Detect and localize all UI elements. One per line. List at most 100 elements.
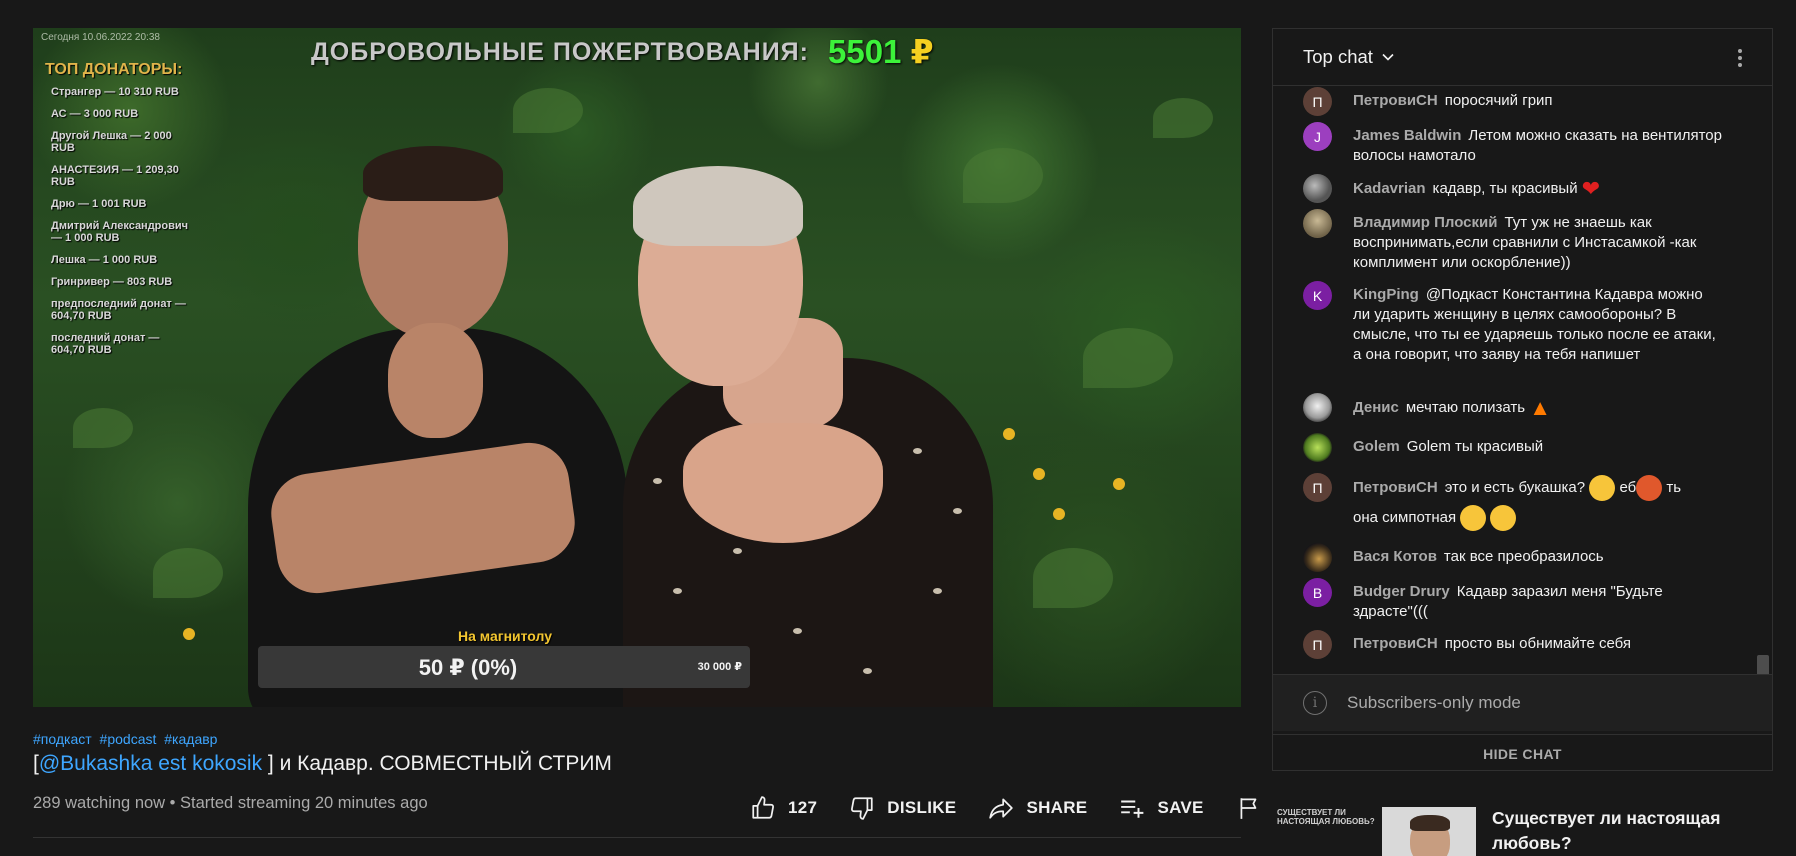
flower-decoration [1113,478,1125,490]
heart-emoji-icon: ❤ [1581,176,1601,201]
foliage-decoration [963,148,1043,203]
donor-item: последний донат — 604,70 RUB [51,332,160,356]
video-title: [@Bukashka est kokosik ] и Кадавр. СОВМЕ… [33,752,612,776]
donations-label: ДОБРОВОЛЬНЫЕ ПОЖЕРТВОВАНИЯ: [311,38,809,66]
goal-value: 50 ₽ (0%) [418,655,518,680]
recommended-video[interactable]: СУЩЕСТВУЕТ ЛИ НАСТОЯЩАЯ ЛЮБОВЬ? Существу… [1272,801,1773,856]
guest-chest [683,423,883,543]
avatar[interactable] [1303,393,1332,422]
avatar[interactable] [1303,209,1332,238]
avatar[interactable]: П [1303,630,1332,659]
chat-message: П ПетровиСН это и есть букашка? еб ть она… [1303,473,1723,533]
avatar[interactable]: П [1303,87,1332,116]
chat-message: П ПетровиСН просто вы обнимайте себя [1303,630,1723,659]
video-thumbnail[interactable] [1382,807,1476,856]
donor-item: АНАСТЕЗИЯ — 1 209,30 RUB [51,164,179,188]
chevron-down-icon[interactable] [1381,50,1395,64]
thumbs-down-icon [851,797,873,820]
avatar[interactable] [1303,174,1332,203]
donor-item: Дрю — 1 001 RUB [51,198,147,210]
star-struck-emoji-icon [1490,505,1517,532]
chat-author[interactable]: Golem [1353,438,1400,455]
thumbnail-person-hair [1410,815,1450,831]
flower-decoration [183,628,195,640]
donations-currency: ₽ [910,33,934,70]
host-hair [363,146,503,201]
donor-item: предпоследний донат — 604,70 RUB [51,298,186,322]
share-button[interactable]: SHARE [988,795,1087,821]
save-label: SAVE [1157,798,1204,817]
thumbnail-caption: СУЩЕСТВУЕТ ЛИ НАСТОЯЩАЯ ЛЮБОВЬ? [1277,808,1375,826]
chat-author[interactable]: Kadavrian [1353,180,1426,197]
chat-author[interactable]: ПетровиСН [1353,479,1438,496]
info-icon: i [1303,691,1327,715]
cursing-face-emoji-icon [1636,475,1663,502]
channel-mention-link[interactable]: @Bukashka est kokosik [39,752,262,775]
chat-mode-dropdown[interactable]: Top chat [1303,46,1373,68]
chat-author[interactable]: James Baldwin [1353,127,1461,144]
chat-message: Golem Golem ты красивый [1303,433,1723,462]
more-options-icon[interactable] [1738,49,1742,67]
foliage-decoration [513,88,583,133]
surprised-face-emoji-icon [1589,475,1616,502]
avatar[interactable]: П [1303,473,1332,502]
share-label: SHARE [1026,798,1088,817]
donor-item: Странгер — 10 310 RUB [51,86,179,98]
avatar[interactable] [1303,543,1332,572]
thumbs-up-icon [752,796,774,819]
chat-text-end: ть [1666,479,1682,496]
donations-amount: 5501 ₽ [828,32,934,71]
chat-author[interactable]: Владимир Плоский [1353,214,1497,231]
dislike-button[interactable]: DISLIKE [849,795,956,821]
live-chat: Top chat П ПетровиСН поросячий грип J Jam… [1272,28,1773,771]
chat-text: Golem ты красивый [1406,438,1544,455]
chat-author[interactable]: ПетровиСН [1353,92,1438,109]
flag-icon [1240,798,1257,819]
subscribers-only-banner: i Subscribers-only mode [1273,674,1772,731]
avatar[interactable]: K [1303,281,1332,310]
fire-emoji-icon: ▲ [1529,395,1552,420]
like-button[interactable]: 127 [750,795,817,821]
chat-messages[interactable]: П ПетровиСН поросячий грип J James Baldwi… [1273,87,1772,674]
chat-author[interactable]: Budger Drury [1353,583,1450,600]
dress-pattern [653,478,662,484]
avatar[interactable]: J [1303,122,1332,151]
chat-author[interactable]: ПетровиСН [1353,635,1438,652]
chat-scrollbar[interactable] [1757,655,1769,674]
foliage-decoration [1033,548,1113,608]
dress-pattern [863,668,872,674]
chat-author[interactable]: Денис [1353,399,1399,416]
chat-message: K KingPing @Подкаст Константина Кадавра м… [1303,281,1723,365]
hashtag-link[interactable]: #подкаст [33,731,92,747]
dress-pattern [733,548,742,554]
chat-author[interactable]: Вася Котов [1353,548,1437,565]
hashtag-link[interactable]: #podcast [100,731,157,747]
chat-author[interactable]: KingPing [1353,286,1419,303]
recommended-video-title[interactable]: Существует ли настоящая любовь? [1492,806,1752,856]
avatar[interactable] [1303,433,1332,462]
donor-item: Гринривер — 803 RUB [51,276,173,288]
chat-text: мечтаю полизать [1405,398,1526,416]
overlay-timestamp: Сегодня 10.06.2022 20:38 [41,32,160,43]
chat-message: Kadavrian кадавр, ты красивый ❤ [1303,174,1723,203]
chat-text-mid: еб [1619,479,1637,496]
dress-pattern [793,628,802,634]
video-player[interactable]: Сегодня 10.06.2022 20:38 ДОБРОВОЛЬНЫЕ ПО… [33,28,1241,707]
avatar[interactable]: B [1303,578,1332,607]
chat-text: просто вы обнимайте себя [1444,635,1632,652]
report-button[interactable] [1236,795,1262,821]
save-button[interactable]: SAVE [1119,795,1203,821]
playlist-add-icon [1121,800,1144,818]
donor-item: Дмитрий Александрович — 1 000 RUB [51,220,189,244]
flower-decoration [1033,468,1045,480]
foliage-decoration [1083,328,1173,388]
hashtags: #подкаст #podcast #кадавр [33,731,221,747]
chat-message: Денис мечтаю полизать ▲ [1303,393,1723,422]
dislike-label: DISLIKE [887,798,957,817]
title-suffix: ] и Кадавр. СОВМЕСТНЫЙ СТРИМ [262,752,612,775]
donations-amount-value: 5501 [828,33,902,70]
hashtag-link[interactable]: #кадавр [164,731,217,747]
dress-pattern [933,588,942,594]
hide-chat-button[interactable]: HIDE CHAT [1273,734,1772,772]
chat-text: так все преобразилось [1443,548,1604,565]
